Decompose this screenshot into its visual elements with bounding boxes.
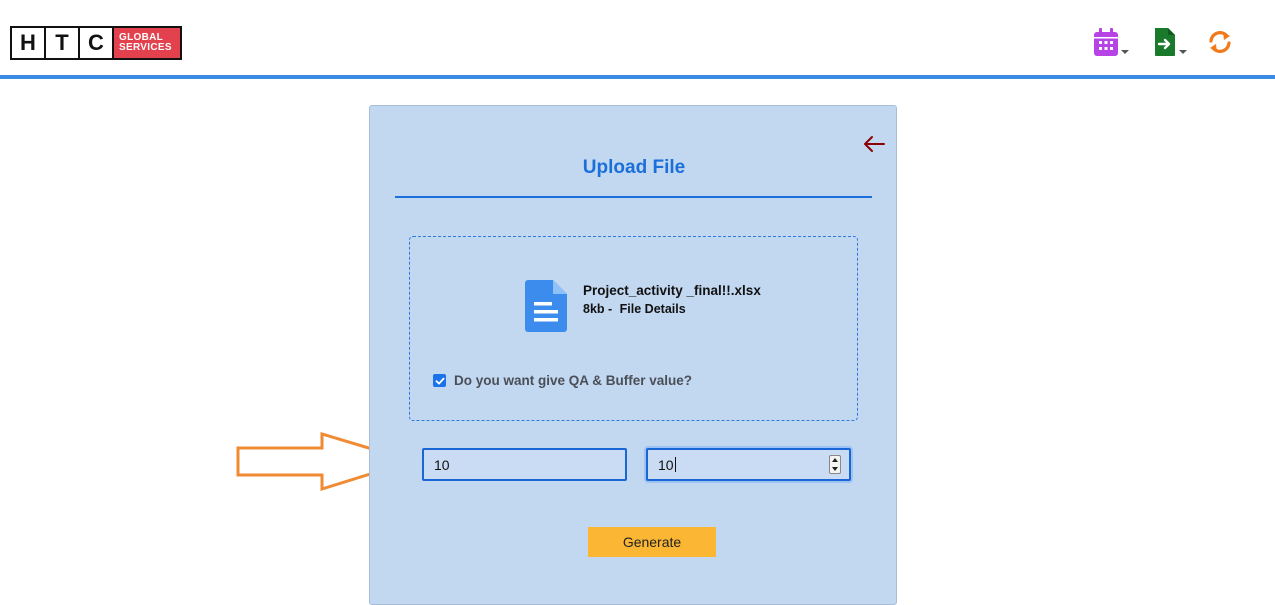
logo-brand: GLOBAL SERVICES	[114, 28, 180, 58]
title-divider	[395, 196, 872, 198]
chevron-down-icon	[1121, 50, 1129, 54]
logo-letter: T	[46, 28, 80, 58]
number-stepper[interactable]	[829, 455, 841, 474]
document-icon	[525, 280, 567, 332]
file-name: Project_activity _final!!.xlsx	[583, 283, 761, 298]
file-meta: 8kb - File Details	[583, 302, 690, 316]
buffer-value-input[interactable]: 10	[646, 448, 851, 481]
export-menu-button[interactable]	[1153, 27, 1187, 57]
logo-letter: H	[12, 28, 46, 58]
generate-button[interactable]: Generate	[588, 527, 716, 557]
file-export-icon	[1155, 28, 1175, 56]
page-title: Upload File	[582, 157, 686, 178]
file-size: 8kb -	[583, 302, 613, 316]
stepper-down-icon[interactable]	[832, 466, 838, 471]
file-details-link[interactable]: File Details	[620, 302, 686, 316]
buffer-value: 10	[658, 456, 674, 473]
back-arrow-icon[interactable]	[862, 134, 886, 154]
app-header: H T C GLOBAL SERVICES	[0, 0, 1275, 79]
htc-logo: H T C GLOBAL SERVICES	[10, 26, 182, 60]
logo-letter: C	[80, 28, 114, 58]
calendar-icon	[1094, 28, 1118, 56]
qa-value-input[interactable]: 10	[422, 448, 627, 481]
refresh-icon	[1209, 31, 1231, 53]
text-cursor	[674, 457, 676, 472]
checkmark-icon	[435, 377, 444, 384]
logo-brand-line: SERVICES	[119, 42, 172, 53]
stepper-up-icon[interactable]	[832, 458, 838, 463]
qa-value: 10	[434, 456, 450, 473]
upload-card: Upload File Project_activity _final!!.xl…	[369, 105, 897, 605]
qa-buffer-option[interactable]: Do you want give QA & Buffer value?	[433, 373, 692, 388]
chevron-down-icon	[1179, 50, 1187, 54]
qa-buffer-label: Do you want give QA & Buffer value?	[454, 373, 693, 388]
refresh-button[interactable]	[1207, 30, 1233, 54]
qa-buffer-checkbox[interactable]	[433, 374, 446, 387]
calendar-menu-button[interactable]	[1093, 27, 1129, 57]
file-dropzone[interactable]: Project_activity _final!!.xlsx 8kb - Fil…	[409, 236, 858, 421]
